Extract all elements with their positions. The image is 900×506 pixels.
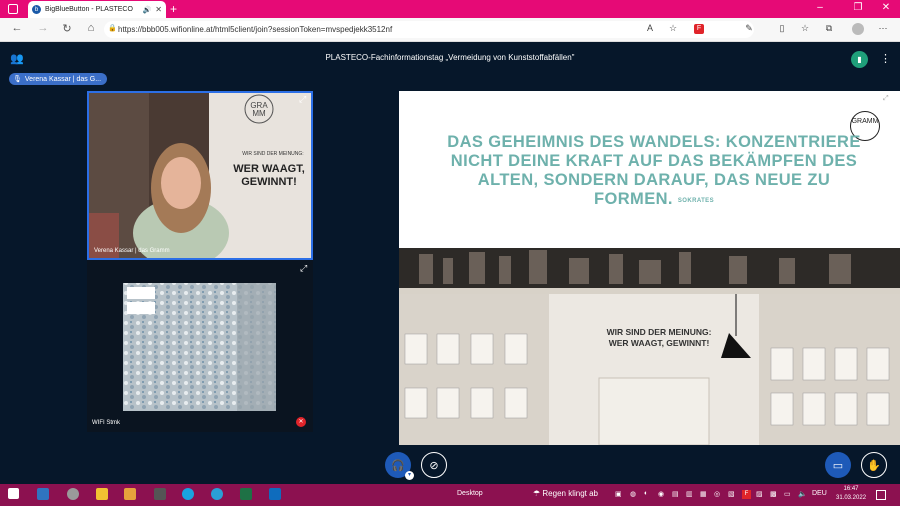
poster-small-text: WIR SIND DER MEINUNG:: [242, 151, 304, 157]
tray-icon[interactable]: ▣: [615, 490, 622, 498]
clock-date: 31.03.2022: [836, 495, 867, 501]
split-screen-icon[interactable]: ▯: [775, 23, 789, 34]
browser-menu-icon[interactable]: ⋯: [876, 23, 890, 34]
favorite-star-icon[interactable]: ☆: [666, 23, 680, 34]
options-menu-icon[interactable]: ⋮: [880, 52, 891, 65]
tray-icon[interactable]: ◐: [644, 490, 648, 497]
share-webcam-button[interactable]: ⊘: [421, 452, 447, 478]
read-aloud-icon[interactable]: A: [643, 23, 657, 33]
muted-microphone-icon: ✕: [296, 417, 306, 427]
presentation-slide[interactable]: ⤢ GRAMM DAS GEHEIMNIS DES WANDELS: KONZE…: [399, 91, 900, 445]
clock-time: 16:47: [843, 486, 859, 492]
windows-start-icon[interactable]: [8, 488, 19, 499]
bbb-favicon-icon: b: [32, 5, 41, 14]
profile-avatar[interactable]: [852, 23, 864, 35]
app-photos-icon[interactable]: [37, 488, 49, 500]
talking-indicator[interactable]: 🎙 Verena Kassar | das G...: [9, 73, 108, 85]
meeting-title: PLASTECO-Fachinformationstag „Vermeidung…: [325, 53, 575, 62]
maximize-button[interactable]: ❐: [848, 2, 868, 13]
outlook-icon[interactable]: [269, 488, 281, 500]
shop-sign-line1: WIR SIND DER MEINUNG:: [606, 327, 712, 337]
camera-off-icon: ⊘: [429, 459, 439, 472]
leave-audio-button[interactable]: 🎧 ▾: [385, 452, 414, 480]
tray-icon[interactable]: ◎: [714, 490, 720, 498]
url-text: https://bbb005.wifionline.at/html5client…: [118, 25, 393, 34]
webcam-verena[interactable]: GRA MM WIR SIND DER MEINUNG: WER WAAGT, …: [87, 91, 313, 260]
volume-icon[interactable]: 🔈: [798, 490, 807, 498]
tab-title: BigBlueButton - PLASTECO: [45, 6, 133, 13]
action-bar: [0, 446, 900, 484]
reload-icon[interactable]: ↻: [60, 22, 74, 35]
talking-user-name: Verena Kassar | das G...: [24, 75, 102, 83]
headphones-icon: 🎧: [391, 459, 405, 472]
close-window-button[interactable]: ✕: [876, 2, 896, 13]
back-icon[interactable]: ←: [10, 22, 24, 34]
fullscreen-icon[interactable]: ⤢: [300, 263, 307, 274]
skype-icon[interactable]: [182, 488, 194, 500]
app-settings-icon[interactable]: [67, 488, 79, 500]
shop-sign: WIR SIND DER MEINUNG: WER WAAGT, GEWINNT…: [569, 327, 749, 349]
rain-icon: ☂: [533, 489, 543, 498]
file-explorer-icon[interactable]: [96, 488, 108, 500]
slide-quote: DAS GEHEIMNIS DES WANDELS: KONZENTRIERE …: [439, 133, 869, 211]
language-indicator[interactable]: DEU: [812, 490, 827, 497]
quote-text: DAS GEHEIMNIS DES WANDELS: KONZENTRIERE …: [447, 133, 861, 208]
raise-hand-button[interactable]: ✋: [861, 452, 887, 478]
connection-status-icon[interactable]: ▮: [851, 51, 868, 68]
extension-icon[interactable]: F: [694, 24, 704, 34]
lock-icon: 🔒: [108, 25, 117, 32]
microphone-icon: 🎙: [13, 76, 22, 83]
speaker-icon[interactable]: 🔊: [143, 6, 152, 14]
tab-actions-icon[interactable]: [8, 4, 18, 14]
audio-settings-icon[interactable]: ▾: [405, 471, 414, 480]
tray-icon[interactable]: ▨: [756, 490, 763, 498]
webcam-username: WIFI Stmk: [92, 420, 120, 426]
quote-author: SOKRATES: [677, 198, 714, 204]
svg-text:MM: MM: [252, 109, 266, 118]
network-icon[interactable]: ▭: [784, 490, 791, 498]
new-tab-button[interactable]: +: [170, 2, 177, 16]
collections-icon[interactable]: ⧉: [822, 23, 836, 34]
weather-text: Regen klingt ab: [542, 489, 598, 498]
tray-icon[interactable]: ▤: [672, 490, 679, 498]
fullscreen-icon[interactable]: ⤢: [883, 95, 889, 103]
tray-icon[interactable]: ◍: [630, 490, 636, 498]
home-icon[interactable]: ⌂: [84, 22, 98, 34]
close-tab-icon[interactable]: ✕: [155, 5, 162, 14]
favorites-icon[interactable]: ☆: [798, 23, 812, 34]
tray-icon[interactable]: ▩: [770, 490, 777, 498]
system-clock[interactable]: 16:47 31.03.2022: [836, 485, 866, 503]
poster-text: WER WAAGT, GEWINNT!: [233, 163, 305, 188]
shop-sign-line2: WER WAAGT, GEWINNT!: [608, 338, 710, 348]
tray-app-icon[interactable]: F: [742, 490, 751, 499]
tray-icon[interactable]: ▧: [728, 490, 735, 498]
tray-icon[interactable]: ▦: [700, 490, 707, 498]
presentation-toggle-button[interactable]: ▭: [825, 452, 851, 478]
forward-icon[interactable]: →: [36, 22, 50, 34]
calculator-icon[interactable]: [154, 488, 166, 500]
minimize-button[interactable]: –: [810, 2, 830, 13]
desktop-toolbar-label[interactable]: Desktop: [457, 490, 483, 497]
tray-icon[interactable]: ◉: [658, 490, 664, 498]
hand-icon: ✋: [867, 459, 881, 472]
browser-tab[interactable]: b BigBlueButton - PLASTECO 🔊 ✕: [28, 1, 166, 18]
edge-browser-icon[interactable]: [211, 488, 223, 500]
notifications-icon[interactable]: [876, 490, 886, 500]
media-player-icon[interactable]: [124, 488, 136, 500]
extension-2-icon[interactable]: ✎: [742, 23, 756, 34]
fullscreen-icon[interactable]: ⤢: [299, 94, 306, 105]
excel-icon[interactable]: [240, 488, 252, 500]
tray-icon[interactable]: ▥: [686, 490, 693, 498]
webcam-username: Verena Kassar | das Gramm: [94, 248, 170, 254]
webcam-video-frame: [123, 283, 276, 411]
weather-widget[interactable]: ☂ Regen klingt ab: [533, 489, 598, 498]
webcam-wifi[interactable]: WIFI Stmk ⤢ ✕: [87, 260, 313, 432]
screen-icon: ▭: [832, 459, 844, 472]
